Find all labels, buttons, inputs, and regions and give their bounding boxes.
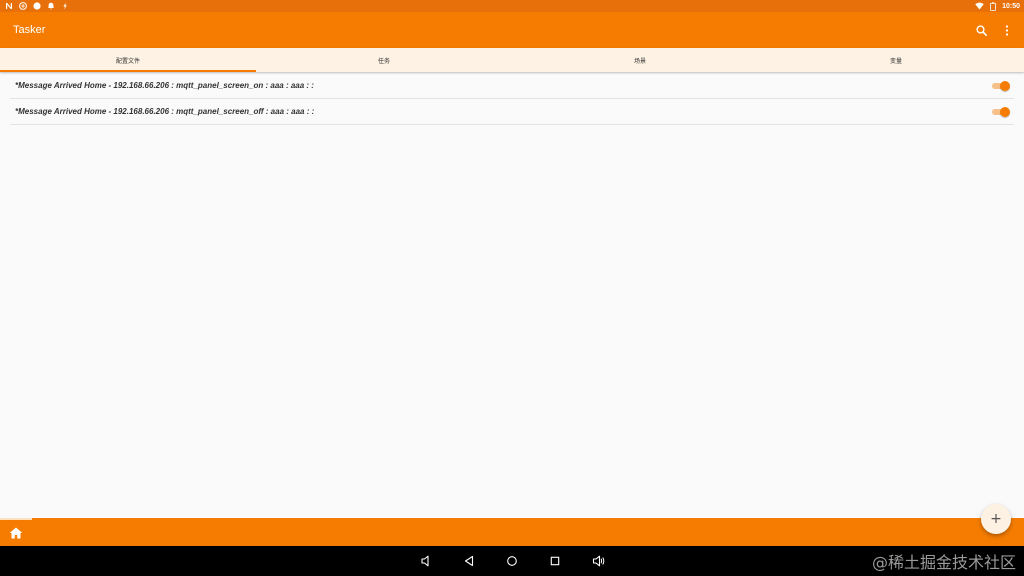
tab-label: 场景 [633, 57, 646, 65]
profile-toggle[interactable] [990, 106, 1010, 118]
tab-label: 变量 [889, 57, 902, 65]
tab-scenes[interactable]: 场景 [512, 48, 768, 72]
status-time: 10:50 [1002, 2, 1020, 10]
tab-profiles[interactable]: 配置文件 [0, 48, 256, 72]
watermark: @稀土掘金技术社区 [871, 553, 1016, 572]
profile-label: *Message Arrived Home - 192.168.66.206 :… [15, 107, 315, 116]
volume-up-icon[interactable] [591, 554, 605, 568]
battery-icon [990, 1, 996, 11]
bottom-indicator [0, 518, 32, 520]
profile-label: *Message Arrived Home - 192.168.66.206 :… [15, 81, 314, 90]
app-title: Tasker [13, 24, 46, 36]
navigation-bar: @稀土掘金技术社区 [0, 546, 1024, 576]
profile-toggle[interactable] [990, 80, 1010, 92]
wifi-icon [975, 2, 984, 10]
vpn-icon [19, 2, 27, 10]
tab-label: 任务 [377, 57, 390, 65]
home-circle-icon[interactable] [505, 554, 519, 568]
flash-icon [61, 2, 69, 10]
tab-bar: 配置文件 任务 场景 变量 [0, 48, 1024, 72]
notification-bell-icon [47, 2, 55, 10]
circle-icon [33, 2, 41, 10]
toggle-thumb [1000, 106, 1010, 117]
profile-row[interactable]: *Message Arrived Home - 192.168.66.206 :… [10, 99, 1014, 125]
app-bar: Tasker [0, 12, 1024, 48]
n-icon [5, 2, 13, 10]
profile-list: *Message Arrived Home - 192.168.66.206 :… [10, 73, 1014, 125]
status-left-icons [5, 0, 69, 12]
search-icon[interactable] [974, 23, 988, 37]
app-actions [974, 23, 1014, 37]
home-icon[interactable] [8, 526, 23, 539]
toggle-thumb [1000, 80, 1010, 91]
status-right-icons: 10:50 [975, 0, 1020, 12]
tab-variables[interactable]: 变量 [768, 48, 1024, 72]
more-vert-icon[interactable] [1000, 23, 1014, 37]
back-icon[interactable] [462, 554, 476, 568]
tab-tasks[interactable]: 任务 [256, 48, 512, 72]
status-bar: 10:50 [0, 0, 1024, 12]
add-fab-button[interactable]: + [981, 504, 1011, 534]
recents-icon[interactable] [548, 554, 562, 568]
volume-down-icon[interactable] [419, 554, 433, 568]
bottom-app-bar [0, 518, 1024, 546]
add-icon: + [990, 511, 1002, 527]
profile-row[interactable]: *Message Arrived Home - 192.168.66.206 :… [10, 73, 1014, 99]
tab-label: 配置文件 [115, 57, 140, 65]
